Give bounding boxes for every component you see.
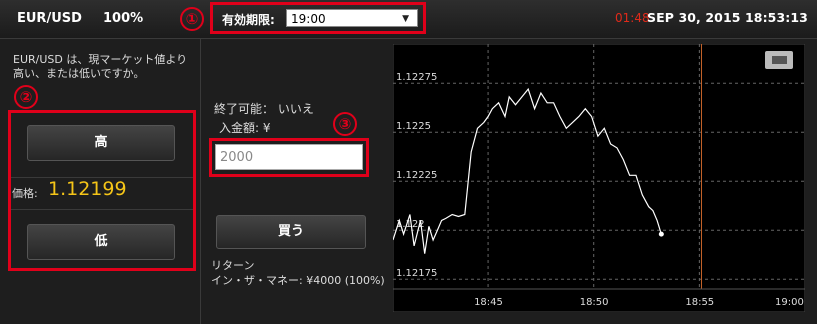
expiry-callout-box: 有効期限: 19:00 ▼ — [210, 2, 426, 34]
y-tick-label: 1.12275 — [396, 72, 437, 83]
x-tick-label: 18:55 — [685, 297, 714, 308]
y-tick-label: 1.12175 — [396, 268, 437, 279]
chart-background — [392, 43, 806, 313]
low-button[interactable]: 低 — [27, 224, 175, 260]
high-button[interactable]: 高 — [27, 125, 175, 161]
callout-marker-2: ② — [14, 85, 38, 109]
asset-pair: EUR/USD — [17, 11, 82, 26]
x-tick-label: 19:00 — [775, 297, 804, 308]
price-value: 1.12199 — [48, 178, 127, 200]
payout-percent: 100% — [103, 11, 144, 26]
expiry-possible-text: 終了可能： いいえ — [214, 102, 314, 116]
return-label: リターン — [211, 259, 255, 272]
x-tick-label: 18:45 — [474, 297, 503, 308]
expiry-select[interactable]: 19:00 ▼ — [286, 9, 418, 27]
price-chart: 1.12275 1.1225 1.12225 1.122 1.12175 18:45 18:… — [392, 43, 806, 313]
price-label: 価格: — [12, 187, 38, 200]
buy-button[interactable]: 買う — [216, 215, 366, 249]
divider — [11, 209, 193, 210]
countdown-timer: 01:48 — [615, 11, 650, 25]
y-tick-label: 1.12225 — [396, 170, 437, 181]
expiry-value: 19:00 — [291, 12, 326, 26]
in-the-money-text: イン・ザ・マネー: ¥4000 (100%) — [211, 274, 385, 287]
amount-callout-box: 2000 — [209, 138, 369, 177]
chart-type-icon-glyph — [772, 56, 787, 64]
current-datetime: SEP 30, 2015 18:53:13 — [647, 10, 808, 25]
callout-marker-1: ① — [180, 7, 204, 31]
x-tick-label: 18:50 — [580, 297, 609, 308]
top-bar: EUR/USD 100% ① 有効期限: 19:00 ▼ 01:48 SEP 3… — [0, 0, 817, 39]
direction-question: EUR/USD は、現マーケット値より高い、または低いですか。 — [13, 53, 188, 80]
y-tick-label: 1.1225 — [396, 121, 431, 132]
chevron-down-icon: ▼ — [402, 14, 409, 24]
deposit-label: 入金額: ¥ — [219, 121, 271, 135]
expiry-label: 有効期限: — [222, 13, 275, 27]
amount-input[interactable]: 2000 — [215, 144, 363, 170]
current-price-point — [658, 231, 664, 237]
callout-marker-3: ③ — [333, 112, 357, 136]
price-chart-svg: 1.122751.12251.122251.1221.1217518:45 18:… — [392, 43, 806, 313]
